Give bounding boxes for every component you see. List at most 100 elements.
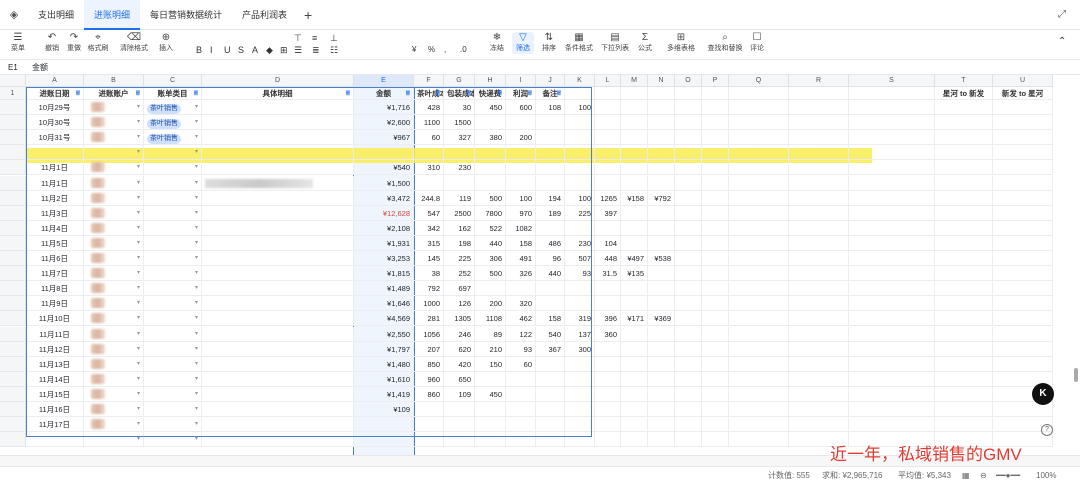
table-cell[interactable]	[789, 356, 849, 372]
table-cell[interactable]	[648, 220, 675, 236]
table-cell[interactable]: 970	[506, 205, 536, 221]
table-cell[interactable]: 10月29号	[26, 100, 84, 115]
row-header[interactable]	[0, 220, 26, 236]
table-cell[interactable]	[648, 326, 675, 342]
table-cell[interactable]	[849, 100, 935, 115]
table-cell[interactable]: ▾	[144, 311, 202, 327]
table-cell[interactable]	[648, 175, 675, 191]
table-cell[interactable]	[849, 402, 935, 417]
table-cell[interactable]	[702, 296, 729, 312]
filter-icon[interactable]: ⩸	[467, 87, 471, 99]
table-cell[interactable]: 198	[444, 235, 475, 251]
table-cell[interactable]: 100	[506, 190, 536, 206]
column-header[interactable]: U	[993, 75, 1053, 87]
clear-format-button[interactable]: ⌫ 清除格式	[116, 32, 152, 54]
table-cell[interactable]: 440	[475, 235, 506, 251]
table-cell[interactable]	[675, 341, 702, 357]
table-cell[interactable]: ¥1,610	[354, 371, 414, 387]
table-cell[interactable]	[621, 281, 648, 297]
table-cell[interactable]	[414, 145, 444, 161]
header-cell[interactable]: 进账账户 ⩸	[84, 87, 144, 100]
table-cell[interactable]: ¥4,569	[354, 311, 414, 327]
italic-icon[interactable]: I	[210, 45, 213, 55]
table-cell[interactable]	[414, 432, 444, 448]
dropdown-arrow-icon[interactable]: ▾	[137, 115, 140, 129]
table-cell[interactable]: ▾	[144, 386, 202, 402]
table-cell[interactable]: 122	[506, 326, 536, 342]
table-cell[interactable]: ¥135	[621, 266, 648, 282]
table-cell[interactable]: 342	[414, 220, 444, 236]
filter-icon[interactable]: ⩸	[498, 87, 502, 99]
table-cell[interactable]: 11月1日	[26, 175, 84, 191]
table-cell[interactable]: 145	[414, 251, 444, 266]
table-cell[interactable]: ▾	[84, 100, 144, 115]
table-cell[interactable]: 230	[444, 160, 475, 176]
table-cell[interactable]	[789, 220, 849, 236]
table-cell[interactable]	[595, 386, 621, 402]
table-cell[interactable]	[202, 145, 354, 161]
table-cell[interactable]	[935, 115, 993, 131]
row-header[interactable]	[0, 432, 26, 448]
table-cell[interactable]	[935, 100, 993, 115]
table-cell[interactable]	[414, 402, 444, 417]
table-cell[interactable]	[729, 145, 789, 161]
header-cell[interactable]	[595, 87, 621, 100]
table-cell[interactable]	[506, 386, 536, 402]
align-top-icon[interactable]: ⊤	[294, 33, 302, 44]
formula-input[interactable]: 金额	[32, 60, 48, 75]
table-cell[interactable]	[789, 205, 849, 221]
table-cell[interactable]: ▾	[84, 220, 144, 236]
expand-icon[interactable]: ⤢	[1058, 9, 1066, 20]
menu-button[interactable]: ☰ 菜单	[6, 32, 30, 54]
column-header[interactable]: I	[506, 75, 536, 87]
header-cell[interactable]: 账单类目 ⩸	[144, 87, 202, 100]
row-header[interactable]	[0, 190, 26, 206]
table-cell[interactable]	[702, 251, 729, 266]
table-cell[interactable]	[202, 235, 354, 251]
dropdown-arrow-icon[interactable]: ▾	[195, 100, 198, 114]
table-cell[interactable]: 11月13日	[26, 356, 84, 372]
table-cell[interactable]	[648, 432, 675, 448]
dropdown-arrow-icon[interactable]: ▾	[195, 417, 198, 431]
dropdown-arrow-icon[interactable]: ▾	[137, 402, 140, 416]
table-cell[interactable]	[729, 356, 789, 372]
table-cell[interactable]	[202, 130, 354, 146]
dropdown-list-button[interactable]: ▤ 下拉列表	[598, 32, 632, 54]
table-cell[interactable]: 225	[444, 251, 475, 266]
header-cell[interactable]: 利润 ⩸	[506, 87, 536, 100]
table-cell[interactable]: 158	[506, 235, 536, 251]
table-cell[interactable]: ¥2,550	[354, 326, 414, 342]
table-cell[interactable]	[26, 145, 84, 161]
dropdown-arrow-icon[interactable]: ▾	[137, 206, 140, 220]
column-header[interactable]: M	[621, 75, 648, 87]
table-cell[interactable]: ▾	[144, 402, 202, 417]
table-cell[interactable]: ▾	[84, 251, 144, 266]
align-right-icon[interactable]: ☷	[330, 45, 338, 56]
header-cell[interactable]	[675, 87, 702, 100]
table-cell[interactable]	[993, 266, 1053, 282]
table-cell[interactable]: 697	[444, 281, 475, 297]
table-cell[interactable]	[702, 356, 729, 372]
table-cell[interactable]	[506, 371, 536, 387]
table-cell[interactable]	[849, 341, 935, 357]
table-cell[interactable]	[621, 356, 648, 372]
table-cell[interactable]	[849, 220, 935, 236]
thousands-icon[interactable]: ,	[444, 45, 446, 54]
freeze-button[interactable]: ❄ 冻结	[486, 32, 508, 54]
table-cell[interactable]	[993, 341, 1053, 357]
table-cell[interactable]: 1108	[475, 311, 506, 327]
table-cell[interactable]: 11月1日	[26, 160, 84, 176]
table-cell[interactable]	[789, 266, 849, 282]
table-cell[interactable]: 792	[414, 281, 444, 297]
table-cell[interactable]: 126	[444, 296, 475, 312]
table-cell[interactable]: 450	[475, 386, 506, 402]
table-cell[interactable]: 11月3日	[26, 205, 84, 221]
assistant-button[interactable]: K	[1032, 383, 1054, 405]
table-cell[interactable]	[789, 326, 849, 342]
table-cell[interactable]: 茶叶销售 ▾	[144, 115, 202, 131]
table-cell[interactable]	[565, 220, 595, 236]
table-cell[interactable]: 60	[506, 356, 536, 372]
table-cell[interactable]	[993, 145, 1053, 161]
table-cell[interactable]: ▾	[144, 145, 202, 161]
table-cell[interactable]	[729, 432, 789, 448]
